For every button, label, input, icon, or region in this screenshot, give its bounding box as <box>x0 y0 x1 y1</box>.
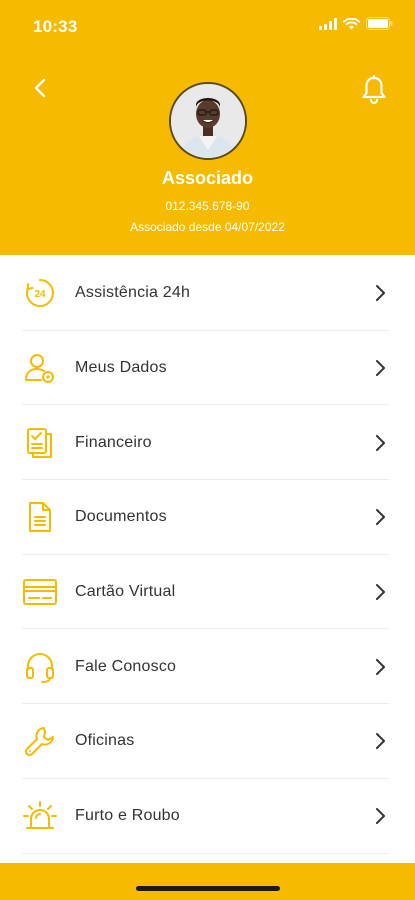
menu-item-label: Fale Conosco <box>75 657 177 675</box>
chevron-right-icon <box>376 733 385 750</box>
chevron-right-icon <box>376 434 385 451</box>
notifications-button[interactable] <box>359 74 389 106</box>
status-icons <box>319 17 393 30</box>
profile-document-number: 012.345.678-90 <box>165 199 250 213</box>
menu-item-financeiro[interactable]: Financeiro <box>0 405 415 480</box>
finance-documents-icon <box>22 425 58 461</box>
menu-item-fale-conosco[interactable]: Fale Conosco <box>0 629 415 704</box>
battery-icon <box>366 17 393 30</box>
status-time: 10:33 <box>33 17 78 36</box>
svg-text:24: 24 <box>34 289 46 300</box>
menu-item-label: Cartão Virtual <box>75 583 176 601</box>
headset-icon <box>22 649 58 685</box>
menu-item-meus-dados[interactable]: Meus Dados <box>0 331 415 406</box>
user-settings-icon <box>22 350 58 386</box>
chevron-right-icon <box>376 584 385 601</box>
menu-item-furto-e-roubo[interactable]: Furto e Roubo <box>0 779 415 854</box>
menu-item-label: Furto e Roubo <box>75 807 180 825</box>
bell-icon <box>362 75 386 105</box>
avatar-photo <box>171 84 245 158</box>
profile-header: 10:33 Associado 012.345.678-90 Associado… <box>0 0 415 255</box>
document-icon <box>22 499 58 535</box>
card-icon <box>22 574 58 610</box>
clock-24h-icon: 24 <box>22 275 58 311</box>
home-indicator[interactable] <box>136 886 280 891</box>
wifi-icon <box>343 17 360 29</box>
menu-item-label: Meus Dados <box>75 359 167 377</box>
back-button[interactable] <box>26 74 54 102</box>
profile-name: Associado <box>161 168 254 188</box>
alarm-siren-icon <box>22 798 58 834</box>
chevron-right-icon <box>376 360 385 377</box>
menu-item-label: Oficinas <box>75 732 135 750</box>
chevron-left-icon <box>34 78 46 98</box>
menu-item-oficinas[interactable]: Oficinas <box>0 704 415 779</box>
wrench-icon <box>22 723 58 759</box>
menu-item-label: Assistência 24h <box>75 284 191 302</box>
bottom-bar <box>0 863 415 900</box>
menu-list: 24 Assistência 24h Meus Dados Financeiro… <box>0 256 415 854</box>
status-bar: 10:33 <box>0 0 415 52</box>
menu-item-label: Financeiro <box>75 433 152 451</box>
menu-item-documentos[interactable]: Documentos <box>0 480 415 555</box>
menu-item-cartao-virtual[interactable]: Cartão Virtual <box>0 555 415 630</box>
menu-item-assistencia-24h[interactable]: 24 Assistência 24h <box>0 256 415 331</box>
chevron-right-icon <box>376 509 385 526</box>
menu-item-label: Documentos <box>75 508 167 526</box>
chevron-right-icon <box>376 808 385 825</box>
chevron-right-icon <box>376 285 385 302</box>
signal-icon <box>319 17 337 30</box>
avatar[interactable] <box>169 82 247 160</box>
profile-member-since: Associado desde 04/07/2022 <box>130 220 285 234</box>
chevron-right-icon <box>376 658 385 675</box>
